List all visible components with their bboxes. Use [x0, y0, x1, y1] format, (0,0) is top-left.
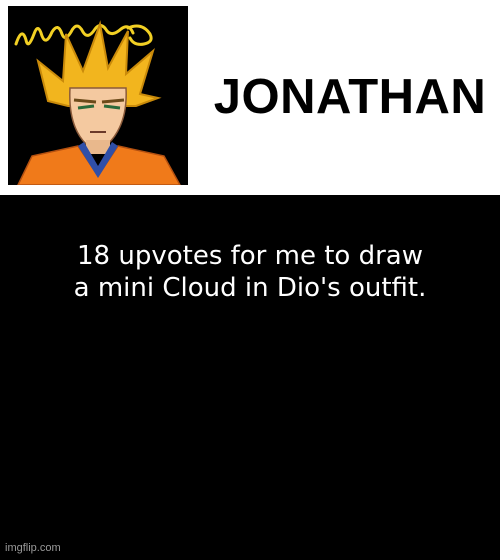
watermark: imgflip.com: [5, 542, 61, 554]
avatar: [8, 6, 188, 185]
meme-caption: 18 upvotes for me to draw a mini Cloud i…: [0, 240, 500, 304]
header-panel: JONATHAN: [0, 0, 500, 195]
page-title: JONATHAN: [213, 70, 487, 124]
caption-line: 18 upvotes for me to draw: [77, 241, 423, 271]
anime-character-avatar-icon: [8, 6, 188, 185]
caption-line: a mini Cloud in Dio's outfit.: [73, 273, 427, 303]
